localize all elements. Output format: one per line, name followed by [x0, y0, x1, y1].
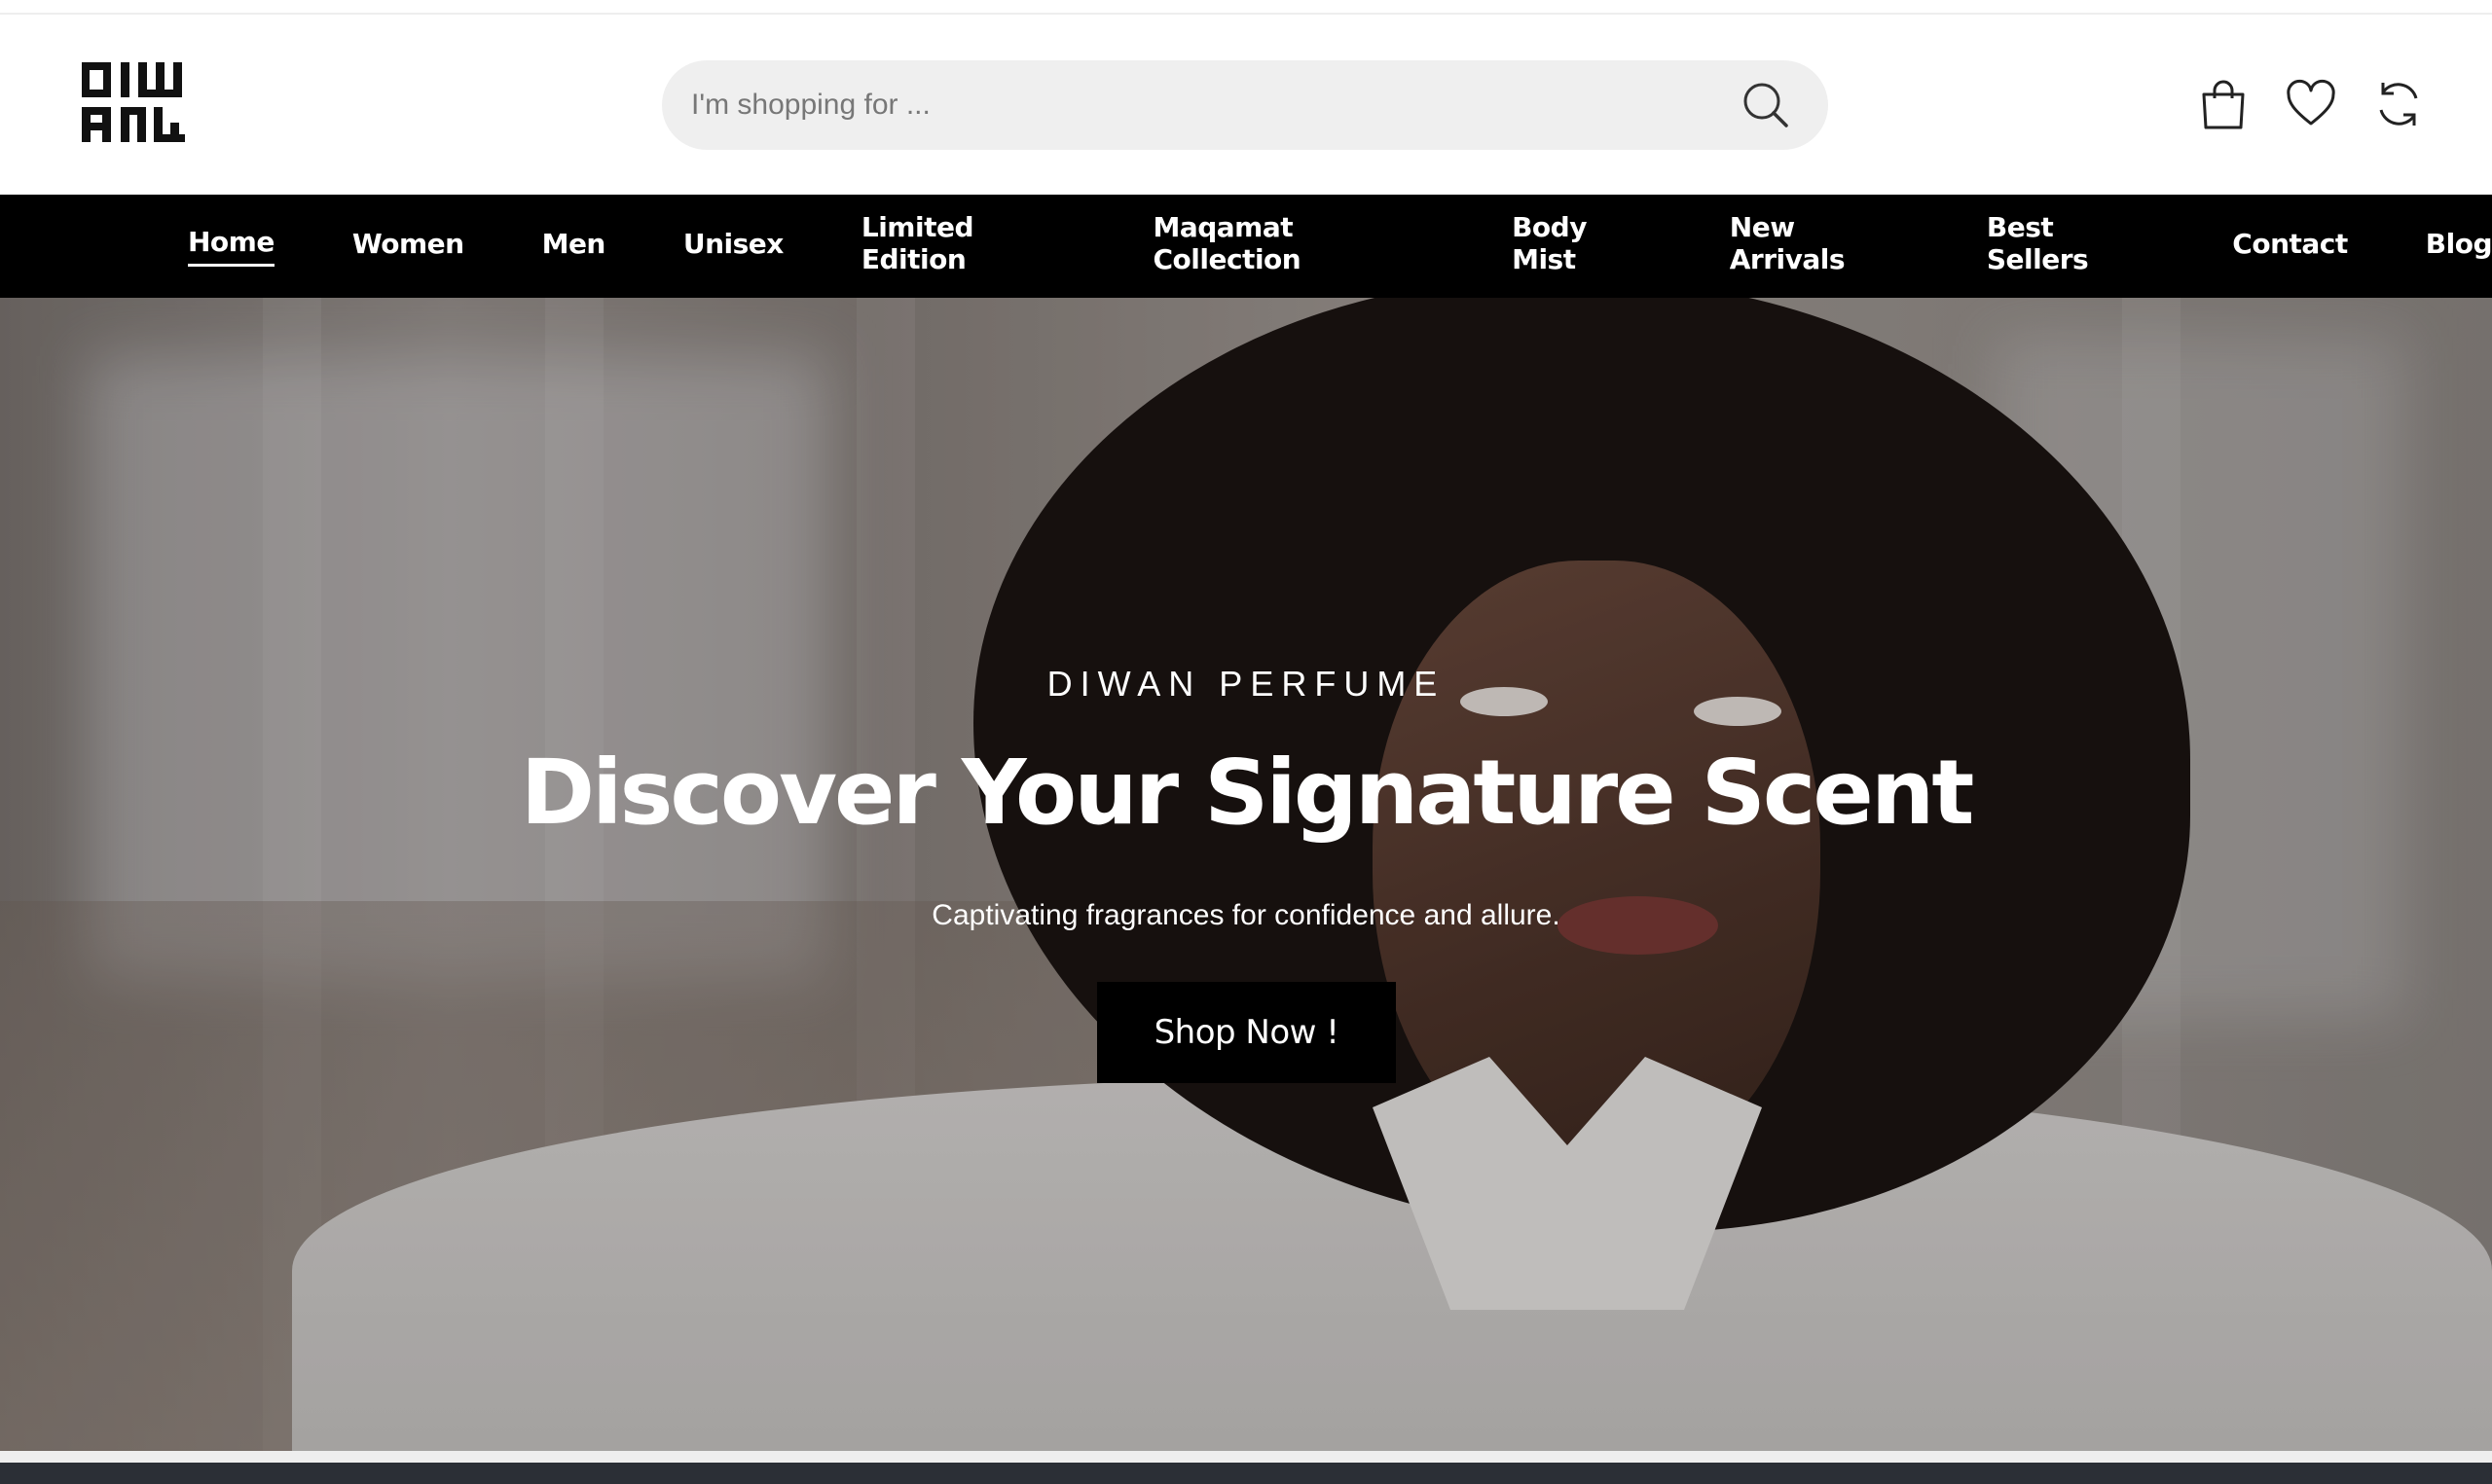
hero-title: Discover Your Signature Scent: [520, 741, 1975, 845]
cart-icon[interactable]: [2198, 77, 2249, 131]
main-navigation: Home Women Men Unisex Limited Edition Ma…: [0, 195, 2492, 298]
nav-item-blog[interactable]: Blog: [2426, 228, 2492, 266]
nav-item-maqamat-collection[interactable]: Maqamat Collection: [1153, 211, 1434, 281]
header-actions: [2198, 75, 2424, 133]
nav-item-body-mist[interactable]: Body Mist: [1512, 211, 1652, 281]
section-divider: [0, 1451, 2492, 1463]
search-input[interactable]: [691, 60, 1704, 150]
search-bar: [662, 60, 1828, 150]
refresh-compare-icon[interactable]: [2373, 77, 2424, 131]
nav-item-best-sellers[interactable]: Best Sellers: [1987, 211, 2154, 281]
heart-icon[interactable]: [2286, 77, 2336, 131]
nav-item-men[interactable]: Men: [542, 228, 606, 266]
nav-item-new-arrivals[interactable]: New Arrivals: [1730, 211, 1909, 281]
top-border: [0, 0, 2492, 15]
next-section-edge: [0, 1463, 2492, 1484]
hero-subtitle: Captivating fragrances for confidence an…: [932, 899, 1560, 931]
nav-item-women[interactable]: Women: [352, 228, 464, 266]
hero-content: DIWAN PERFUME Discover Your Signature Sc…: [0, 298, 2492, 1451]
nav-item-unisex[interactable]: Unisex: [683, 228, 784, 266]
nav-item-home[interactable]: Home: [188, 226, 275, 267]
search-icon[interactable]: [1741, 80, 1791, 130]
site-header: [0, 15, 2492, 195]
brand-logo[interactable]: [80, 58, 195, 146]
nav-item-limited-edition[interactable]: Limited Edition: [861, 211, 1076, 281]
hero-eyebrow: DIWAN PERFUME: [1046, 664, 1446, 704]
hero-banner: DIWAN PERFUME Discover Your Signature Sc…: [0, 298, 2492, 1451]
shop-now-button[interactable]: Shop Now !: [1097, 982, 1396, 1083]
nav-item-contact[interactable]: Contact: [2232, 228, 2348, 266]
diwan-logo-icon: [82, 62, 185, 142]
